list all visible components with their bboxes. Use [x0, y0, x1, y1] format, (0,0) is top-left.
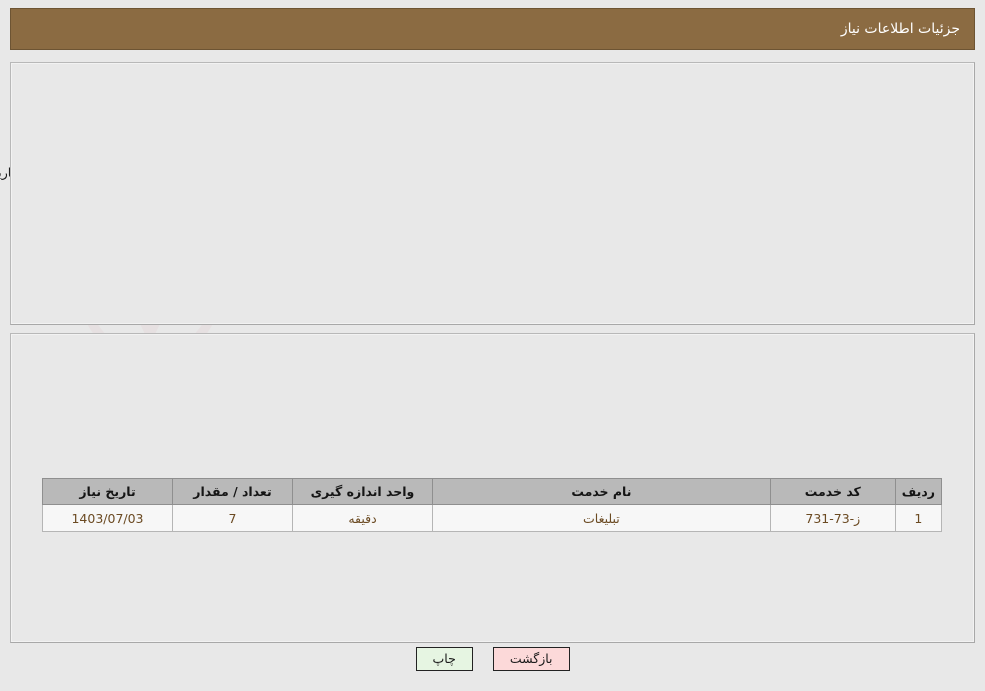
col-quantity: تعداد / مقدار [172, 478, 293, 505]
back-button[interactable]: بازگشت [492, 647, 570, 671]
cell-row-no: 1 [894, 504, 943, 532]
col-row-no: ردیف [894, 478, 943, 505]
col-unit: واحد اندازه گیری [292, 478, 433, 505]
col-need-date: تاریخ نیاز [42, 478, 173, 505]
table-header-row: ردیف کد خدمت نام خدمت واحد اندازه گیری ت… [42, 478, 943, 505]
cell-quantity: 7 [172, 504, 293, 532]
table-row[interactable]: 1 ز-73-731 تبلیغات دقیقه 7 1403/07/03 [42, 504, 943, 532]
print-button[interactable]: چاپ [415, 647, 473, 671]
cell-need-date: 1403/07/03 [42, 504, 173, 532]
col-service-name: نام خدمت [432, 478, 771, 505]
services-table: ردیف کد خدمت نام خدمت واحد اندازه گیری ت… [42, 478, 943, 532]
footer-button-bar: بازگشت چاپ [0, 647, 985, 671]
cell-service-code: ز-73-731 [769, 504, 896, 532]
cell-service-name: تبلیغات [432, 504, 771, 532]
need-info-panel [10, 62, 975, 325]
page-title: جزئیات اطلاعات نیاز [840, 21, 960, 37]
page-root: AriaTender.net جزئیات اطلاعات نیاز شماره… [0, 0, 985, 691]
services-table-wrapper: ردیف کد خدمت نام خدمت واحد اندازه گیری ت… [42, 478, 943, 532]
col-service-code: کد خدمت [769, 478, 896, 505]
page-header: جزئیات اطلاعات نیاز [10, 8, 975, 50]
cell-unit: دقیقه [292, 504, 433, 532]
